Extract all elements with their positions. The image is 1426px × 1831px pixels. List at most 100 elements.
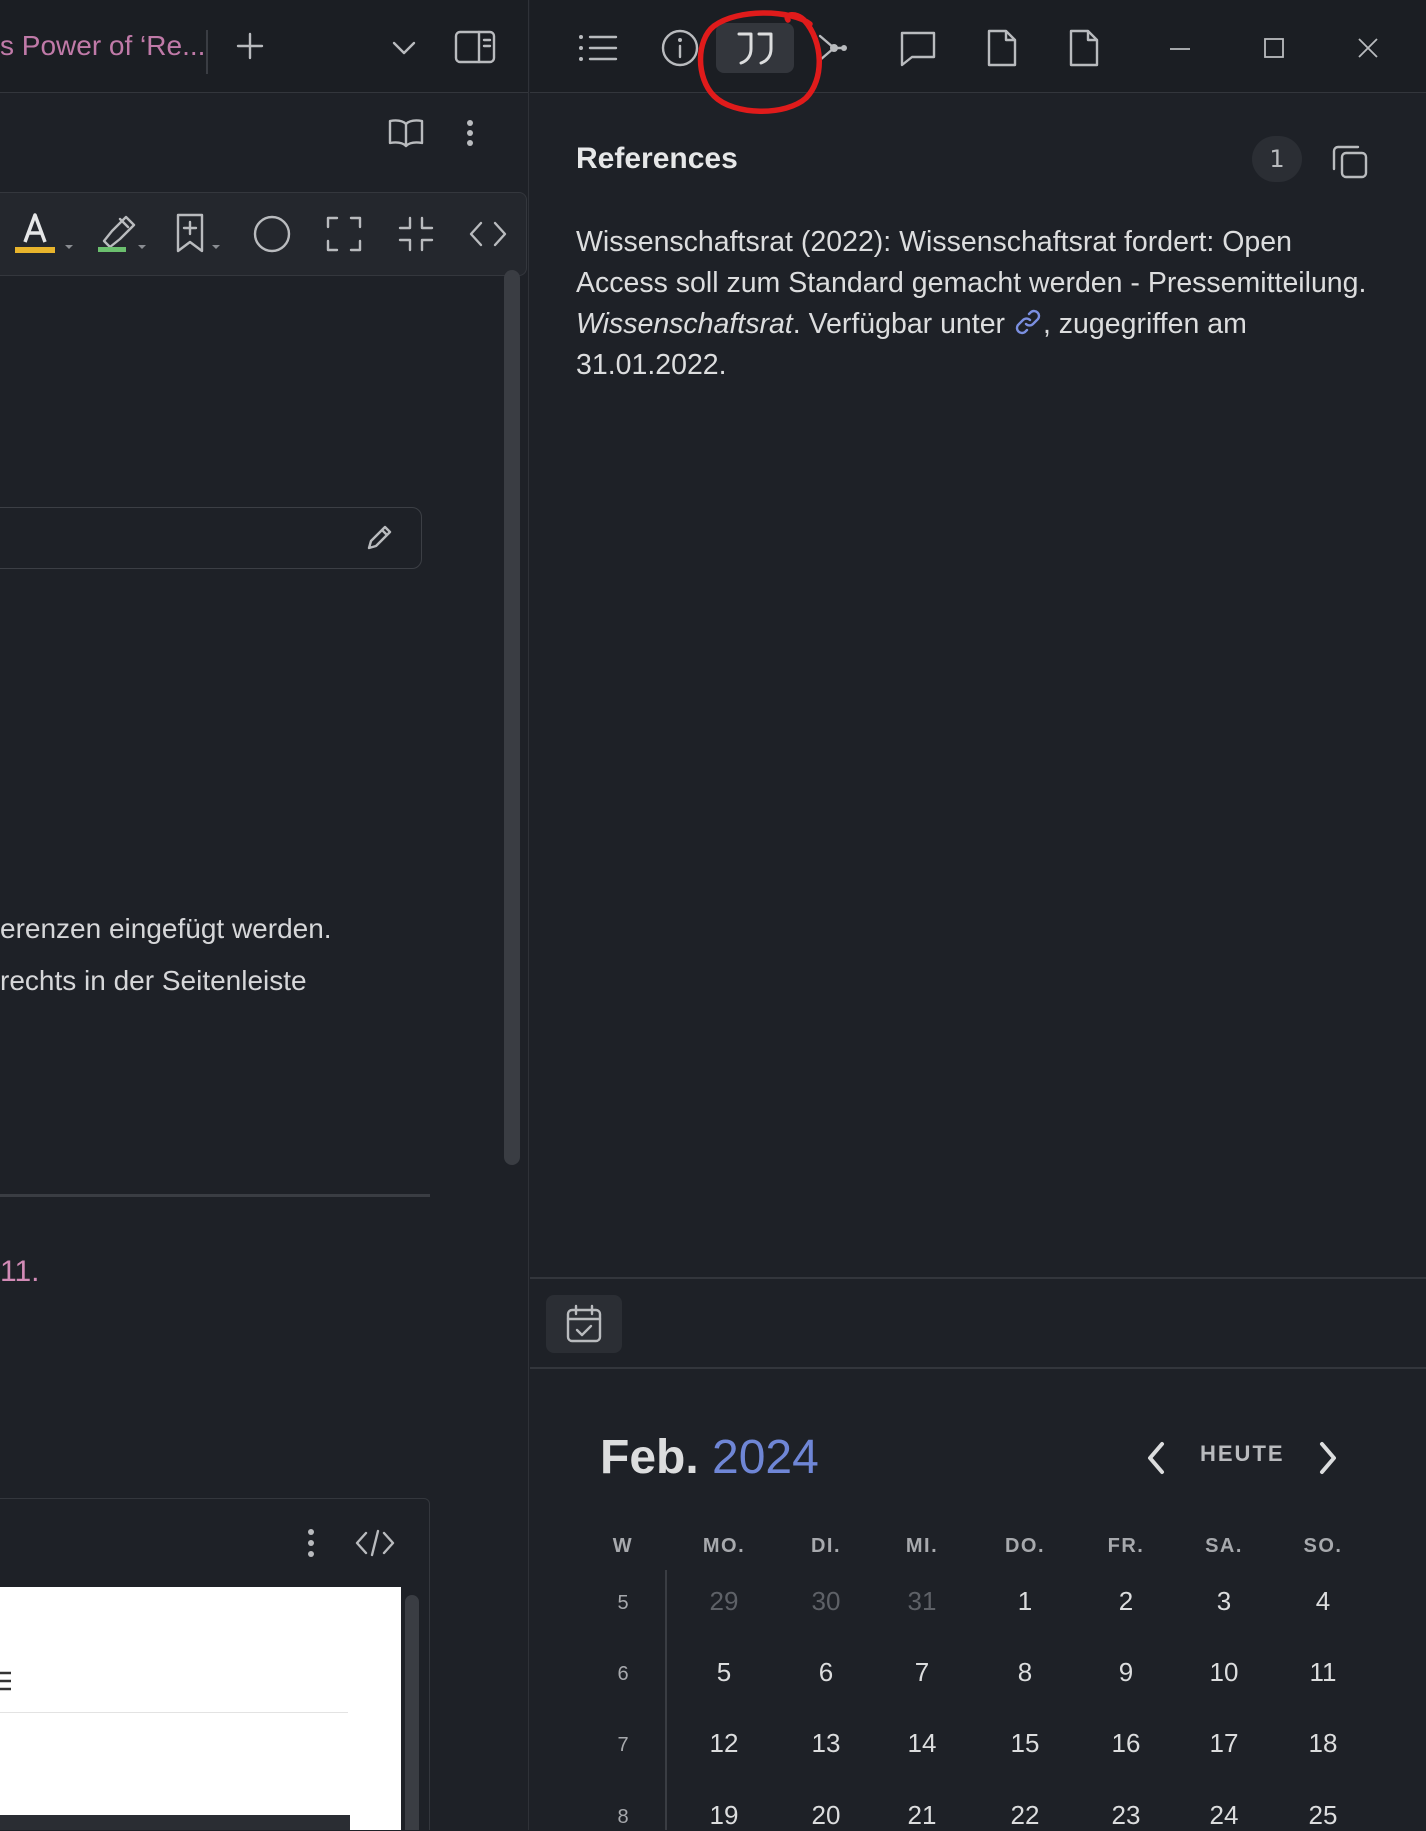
calendar-day[interactable]: 11 [1293,1657,1353,1688]
circle-tool-button[interactable] [248,207,296,261]
footnote-link[interactable]: 11. [0,1255,39,1289]
menu-icon[interactable] [0,1669,13,1693]
calendar-day[interactable]: 3 [1194,1586,1254,1617]
editor-scrollbar[interactable] [504,270,520,1165]
week-number[interactable]: 7 [603,1734,643,1757]
tab-comments[interactable] [886,24,950,72]
embed-scrollbar[interactable] [405,1595,419,1830]
body-text-line: rechts in der Seitenleiste [0,965,307,996]
embed-more-button[interactable] [291,1521,331,1565]
calendar-day[interactable]: 16 [1096,1728,1156,1759]
citation-journal: Wissenschaftsrat [576,308,793,340]
property-field[interactable] [0,507,422,569]
edit-property-button[interactable] [361,520,397,556]
sidebar-right-icon [454,30,496,64]
calendar-day[interactable]: 30 [796,1586,856,1617]
code-icon [469,221,507,247]
calendar-day[interactable]: 14 [892,1728,952,1759]
calendar-separator [530,1367,1426,1369]
calendar-day[interactable]: 5 [694,1657,754,1688]
chevron-left-icon [1148,1442,1164,1474]
chevron-right-icon [1320,1442,1336,1474]
calendar-day[interactable]: 1 [995,1586,1055,1617]
weekday-header: MO. [702,1535,746,1557]
embed-preview [0,1587,401,1830]
copy-references-button[interactable] [1324,136,1376,186]
code-button[interactable] [464,207,512,261]
circle-icon [253,215,291,253]
file-icon [987,29,1017,67]
calendar-day[interactable]: 19 [694,1800,754,1831]
tab-graph[interactable] [808,24,858,72]
file-icon [1069,29,1099,67]
tab-file-info[interactable] [648,24,712,72]
calendar-month: Feb. [600,1431,699,1484]
message-square-icon [900,31,936,67]
minimize-window-button[interactable] [1150,24,1210,72]
body-text-line: erenzen eingefügt werden. [0,913,332,944]
more-options-button[interactable] [450,113,490,153]
calendar-day[interactable]: 24 [1194,1800,1254,1831]
weekday-header: SA. [1205,1535,1243,1557]
calendar-day[interactable]: 10 [1194,1657,1254,1688]
new-tab-button[interactable] [230,26,270,66]
calendar-day[interactable]: 21 [892,1800,952,1831]
calendar-day[interactable]: 29 [694,1586,754,1617]
embed-code-button[interactable] [351,1521,399,1565]
more-vertical-icon [308,1529,314,1557]
tab-list-button[interactable] [384,28,424,68]
tab-file-1[interactable] [970,24,1034,72]
week-number-header: W [612,1535,634,1557]
calendar-day[interactable]: 17 [1194,1728,1254,1759]
highlighter-icon [98,215,146,252]
calendar-day[interactable]: 25 [1293,1800,1353,1831]
calendar-day[interactable]: 9 [1096,1657,1156,1688]
today-button[interactable]: HEUTE [1200,1441,1285,1467]
reading-view-button[interactable] [384,113,428,153]
week-number[interactable]: 6 [603,1663,643,1686]
calendar-day[interactable]: 12 [694,1728,754,1759]
toggle-right-sidebar-button[interactable] [452,26,498,68]
calendar-day[interactable]: 6 [796,1657,856,1688]
calendar-check-icon [566,1304,602,1343]
graph-icon [818,34,847,62]
link-icon[interactable] [1013,308,1043,336]
insert-bookmark-button[interactable] [168,207,234,261]
text-color-button[interactable] [10,207,76,261]
calendar-day[interactable]: 2 [1096,1586,1156,1617]
tab-title[interactable]: s Power of ‘Re... [0,30,205,62]
calendar-day[interactable]: 18 [1293,1728,1353,1759]
fullscreen-button[interactable] [320,207,368,261]
calendar-tab-button[interactable] [546,1295,622,1353]
calendar-year: 2024 [712,1431,819,1484]
week-number[interactable]: 5 [603,1592,643,1615]
calendar-day[interactable]: 8 [995,1657,1055,1688]
calendar-day[interactable]: 4 [1293,1586,1353,1617]
chevron-down-icon [392,41,416,55]
maximize-icon [326,216,362,252]
previous-month-button[interactable] [1136,1436,1176,1480]
collapse-button[interactable] [392,207,440,261]
highlight-button[interactable] [90,207,156,261]
calendar-day[interactable]: 20 [796,1800,856,1831]
divider [0,1712,348,1713]
text-color-icon [15,213,73,253]
week-number[interactable]: 8 [603,1806,643,1829]
tab-file-2[interactable] [1052,24,1116,72]
maximize-window-button[interactable] [1244,24,1304,72]
info-icon [661,29,699,67]
calendar-day[interactable]: 7 [892,1657,952,1688]
editing-toolbar [0,192,527,276]
calendar-day[interactable]: 15 [995,1728,1055,1759]
book-open-icon [388,119,424,148]
tab-references[interactable] [724,24,788,72]
weekday-header: DI. [810,1535,842,1557]
next-month-button[interactable] [1308,1436,1348,1480]
calendar-day[interactable]: 13 [796,1728,856,1759]
calendar-day[interactable]: 31 [892,1586,952,1617]
calendar-day[interactable]: 23 [1096,1800,1156,1831]
tab-outline[interactable] [566,24,630,72]
calendar-day[interactable]: 22 [995,1800,1055,1831]
pane-divider[interactable] [528,0,529,1830]
close-window-button[interactable] [1338,24,1398,72]
